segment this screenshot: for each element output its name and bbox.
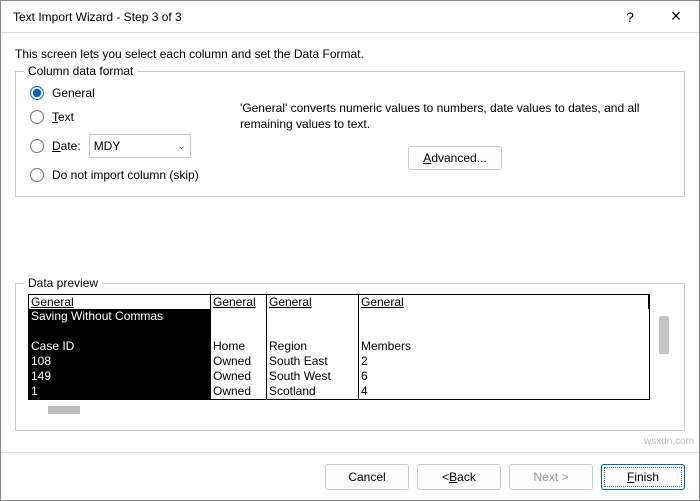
date-format-select[interactable]: MDY ⌄ (89, 134, 191, 158)
watermark: wsxdn.com (644, 436, 694, 447)
dialog-content: This screen lets you select each column … (1, 33, 699, 452)
back-button[interactable]: < Back (417, 464, 501, 490)
preview-vertical-scrollbar[interactable] (656, 294, 672, 400)
preview-header-3[interactable]: General (267, 295, 359, 309)
preview-col-2[interactable]: Home Owned Owned Owned (211, 309, 267, 399)
radio-skip-label: Do not import column (skip) (52, 168, 199, 182)
chevron-down-icon: ⌄ (177, 141, 185, 152)
scrollbar-thumb-h[interactable] (48, 406, 80, 414)
preview-header-1[interactable]: General (29, 295, 211, 309)
scrollbar-thumb[interactable] (659, 316, 669, 354)
help-button[interactable]: ? (607, 1, 653, 33)
text-import-wizard-dialog: Text Import Wizard - Step 3 of 3 ? × Thi… (0, 0, 700, 501)
radio-skip[interactable] (30, 168, 44, 182)
intro-text: This screen lets you select each column … (15, 47, 685, 61)
preview-table[interactable]: General General General General Saving W… (28, 294, 650, 400)
preview-col-1[interactable]: Saving Without Commas Case ID 108 149 1 (29, 309, 211, 399)
preview-col-4[interactable]: Members 2 6 4 (359, 309, 649, 399)
radio-date-row[interactable]: Date: MDY ⌄ (30, 134, 220, 158)
radio-date[interactable] (30, 139, 44, 153)
format-description-text: 'General' converts numeric values to num… (240, 100, 670, 132)
radio-text[interactable] (30, 110, 44, 124)
preview-header-4[interactable]: General (359, 295, 649, 309)
radio-general-label: General (52, 86, 95, 100)
radio-text-label: Text (52, 110, 74, 124)
button-bar: Cancel < Back Next > Finish (1, 452, 699, 500)
radio-skip-row[interactable]: Do not import column (skip) (30, 168, 220, 182)
preview-header-row: General General General General (29, 295, 649, 309)
data-preview-group: Data preview General General General Gen… (15, 283, 685, 431)
advanced-button[interactable]: Advanced... (408, 146, 501, 170)
close-button[interactable]: × (653, 1, 699, 33)
radio-date-label: Date: (52, 139, 81, 153)
preview-body: Saving Without Commas Case ID 108 149 1 … (29, 309, 649, 399)
radio-general-row[interactable]: General (30, 86, 220, 100)
format-description-column: 'General' converts numeric values to num… (240, 82, 670, 182)
format-legend: Column data format (24, 64, 137, 78)
dialog-title: Text Import Wizard - Step 3 of 3 (13, 10, 607, 24)
cancel-button[interactable]: Cancel (325, 464, 409, 490)
radio-general[interactable] (30, 86, 44, 100)
finish-button[interactable]: Finish (601, 464, 685, 490)
preview-legend: Data preview (24, 276, 102, 290)
titlebar: Text Import Wizard - Step 3 of 3 ? × (1, 1, 699, 33)
preview-horizontal-scrollbar[interactable] (28, 404, 672, 418)
preview-col-3[interactable]: Region South East South West Scotland (267, 309, 359, 399)
preview-header-2[interactable]: General (211, 295, 267, 309)
radio-text-row[interactable]: Text (30, 110, 220, 124)
format-radio-column: General Text Date: MDY ⌄ (30, 82, 220, 182)
column-data-format-group: Column data format General Text Date: (15, 71, 685, 197)
date-format-value: MDY (94, 139, 121, 153)
next-button[interactable]: Next > (509, 464, 593, 490)
